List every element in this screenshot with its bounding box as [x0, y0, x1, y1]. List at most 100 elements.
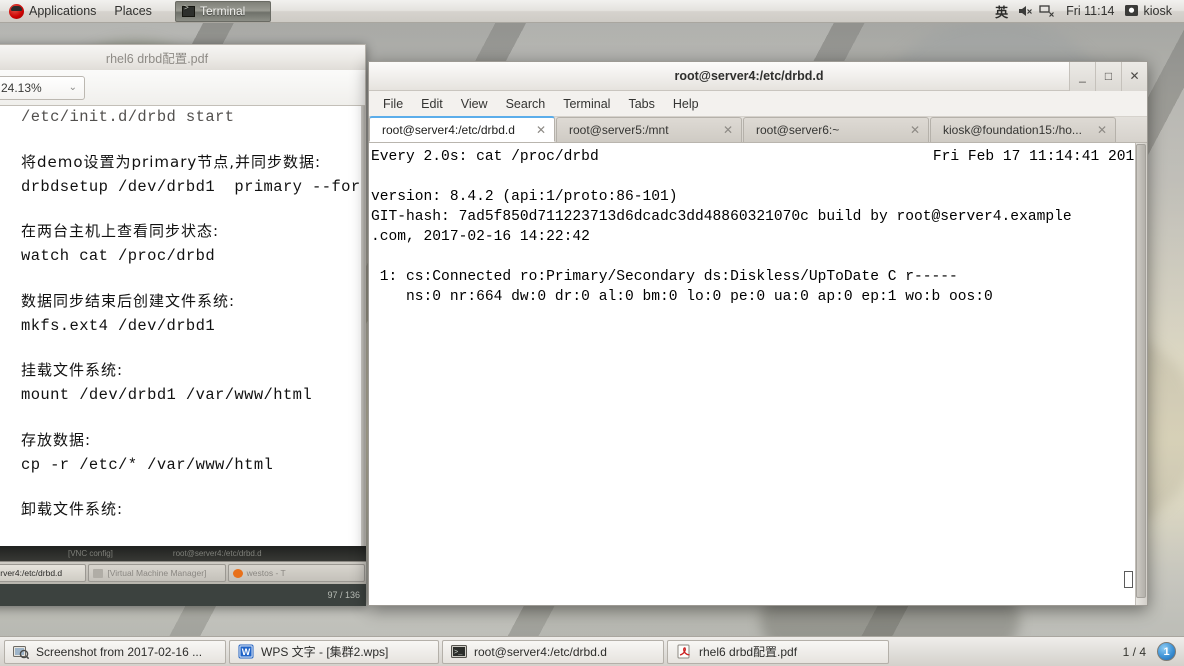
nested-strip-label-0: [VNC config] — [68, 549, 113, 558]
chevron-down-icon: ⌄ — [68, 82, 77, 93]
terminal-watch-command: Every 2.0s: cat /proc/drbd — [371, 149, 599, 165]
nested-taskbar-item-label: root@server4:/etc/drbd.d — [0, 568, 63, 578]
pdf-window-title: rhel6 drbd配置.pdf — [105, 52, 209, 66]
pdf-viewer-window[interactable]: rhel6 drbd配置.pdf 24.13% ⌄ /etc/init.d/dr… — [0, 44, 366, 606]
menu-help[interactable]: Help — [665, 94, 707, 114]
terminal-tab-3[interactable]: kiosk@foundation15:/ho... ✕ — [930, 117, 1116, 142]
menu-view[interactable]: View — [453, 94, 496, 114]
volume-muted-icon[interactable] — [1015, 2, 1035, 20]
pdf-line: mkfs.ext4 /dev/drbd1 — [21, 316, 216, 335]
terminal-watch-header: Every 2.0s: cat /proc/drbd Fri Feb 17 11… — [371, 147, 1147, 167]
applications-menu[interactable]: Applications — [0, 0, 105, 23]
pdf-line: 存放数据: — [21, 430, 92, 449]
bottom-taskbar: Screenshot from 2017-02-16 ... W WPS 文字 … — [0, 636, 1184, 666]
pdf-toolbar: 24.13% ⌄ — [0, 70, 366, 106]
top-panel: Applications Places Terminal 英 — [0, 0, 1184, 23]
terminal-window-title: root@server4:/etc/drbd.d — [674, 69, 824, 83]
taskbar-item-screenshot[interactable]: Screenshot from 2017-02-16 ... — [4, 639, 226, 664]
menu-terminal[interactable]: Terminal — [555, 94, 618, 114]
terminal-tab-label: kiosk@foundation15:/ho... — [943, 123, 1082, 137]
pdf-line: cp -r /etc/* /var/www/html — [21, 455, 274, 474]
menu-search[interactable]: Search — [498, 94, 554, 114]
close-icon[interactable]: ✕ — [1097, 123, 1107, 137]
nested-taskbar: root@server4:/etc/drbd.d [Virtual Machine… — [0, 561, 366, 584]
nested-taskbar-item: root@server4:/etc/drbd.d — [0, 564, 87, 582]
taskbar-item-terminal-label: root@server4:/etc/drbd.d — [474, 644, 607, 659]
terminal-tab-label: root@server4:/etc/drbd.d — [382, 122, 515, 137]
pdf-line: 数据同步结束后创建文件系统: — [21, 291, 236, 310]
workspace-switcher[interactable]: 1 — [1157, 642, 1176, 661]
terminal-content[interactable]: Every 2.0s: cat /proc/drbd Fri Feb 17 11… — [369, 143, 1147, 605]
zoom-level-value: 24.13% — [1, 80, 42, 95]
input-method-indicator[interactable]: 英 — [990, 2, 1013, 21]
clock[interactable]: Fri 11:14 — [1059, 4, 1121, 18]
pdf-line: 将demo设置为primary节点,并同步数据: — [21, 152, 322, 171]
pdf-page-content[interactable]: /etc/init.d/drbd start 将demo设置为primary节点,… — [0, 106, 366, 604]
user-menu[interactable]: kiosk — [1142, 0, 1178, 23]
window-list-terminal[interactable]: Terminal — [174, 0, 271, 22]
places-menu-label: Places — [114, 4, 152, 18]
terminal-output-line: ns:0 nr:664 dw:0 dr:0 al:0 bm:0 lo:0 pe:… — [371, 289, 993, 305]
pdf-text-block: /etc/init.d/drbd start 将demo设置为primary节点,… — [21, 108, 366, 518]
vmm-icon — [93, 568, 104, 578]
pdf-line: mount /dev/drbd1 /var/www/html — [21, 386, 313, 404]
screenshot-icon — [13, 644, 30, 660]
user-menu-label: kiosk — [1143, 4, 1172, 18]
network-disconnected-icon[interactable] — [1037, 2, 1057, 20]
window-list-terminal-label: Terminal — [199, 4, 246, 18]
terminal-scrollbar[interactable] — [1135, 143, 1147, 605]
taskbar-item-terminal[interactable]: >_ root@server4:/etc/drbd.d — [442, 639, 664, 664]
redhat-logo-icon — [9, 3, 24, 19]
user-icon — [1124, 4, 1140, 18]
page-indicator: 1 / 4 — [1122, 644, 1146, 659]
pdf-line: drbdsetup /dev/drbd1 primary --force — [21, 177, 366, 196]
pdf-line: 在两台主机上查看同步状态: — [21, 222, 220, 240]
terminal-scrollbar-thumb[interactable] — [1136, 144, 1146, 598]
menu-tabs[interactable]: Tabs — [620, 94, 662, 114]
terminal-window[interactable]: root@server4:/etc/drbd.d _ □ ✕ File Edit V… — [368, 61, 1148, 606]
terminal-tab-0[interactable]: root@server4:/etc/drbd.d ✕ — [369, 116, 555, 142]
terminal-icon — [181, 4, 195, 17]
nested-taskbar-item-label: westos - T — [246, 568, 286, 578]
terminal-tab-1[interactable]: root@server5:/mnt ✕ — [556, 117, 742, 142]
taskbar-item-pdf-label: rhel6 drbd配置.pdf — [699, 645, 798, 659]
nested-taskbar-item: [Virtual Machine Manager] — [88, 564, 226, 582]
terminal-icon: >_ — [451, 644, 467, 659]
menu-file[interactable]: File — [375, 94, 411, 114]
firefox-icon — [232, 568, 243, 578]
pdf-line: watch cat /proc/drbd — [21, 247, 216, 265]
desktop-root: Applications Places Terminal 英 — [0, 0, 1184, 666]
evince-icon — [676, 644, 692, 659]
nested-strip-label-1: root@server4:/etc/drbd.d — [172, 549, 262, 558]
terminal-cursor — [1124, 571, 1133, 588]
close-button[interactable]: ✕ — [1121, 61, 1147, 91]
terminal-titlebar[interactable]: root@server4:/etc/drbd.d _ □ ✕ — [369, 61, 1147, 91]
pdf-line: 卸载文件系统: — [21, 500, 124, 518]
places-menu[interactable]: Places — [105, 0, 161, 23]
terminal-menubar: File Edit View Search Terminal Tabs Help — [369, 91, 1147, 117]
taskbar-item-wps[interactable]: W WPS 文字 - [集群2.wps] — [229, 639, 439, 664]
wps-writer-icon: W — [238, 644, 254, 659]
minimize-button[interactable]: _ — [1069, 61, 1095, 91]
terminal-tab-label: root@server6:~ — [756, 123, 840, 137]
maximize-button[interactable]: □ — [1095, 61, 1121, 91]
terminal-tabbar: root@server4:/etc/drbd.d ✕ root@server5:/m… — [369, 116, 1147, 143]
close-icon[interactable]: ✕ — [910, 123, 920, 137]
pdf-vertical-scrollbar[interactable] — [361, 106, 365, 604]
close-icon[interactable]: ✕ — [536, 123, 546, 137]
close-icon[interactable]: ✕ — [723, 123, 733, 137]
svg-text:W: W — [242, 647, 251, 657]
pdf-window-titlebar: rhel6 drbd配置.pdf — [0, 44, 366, 70]
pdf-line: /etc/init.d/drbd start — [21, 108, 235, 126]
terminal-tab-2[interactable]: root@server6:~ ✕ — [743, 117, 929, 142]
taskbar-item-pdf[interactable]: rhel6 drbd配置.pdf — [667, 639, 889, 664]
terminal-watch-timestamp: Fri Feb 17 11:14:41 2017 — [932, 149, 1143, 165]
zoom-level-select[interactable]: 24.13% ⌄ — [0, 75, 85, 100]
applications-menu-label: Applications — [29, 4, 97, 18]
terminal-tab-label: root@server5:/mnt — [569, 123, 669, 137]
menu-edit[interactable]: Edit — [413, 94, 451, 114]
nested-taskbar-item: westos - T — [227, 564, 365, 582]
nested-taskbar-item-label: [Virtual Machine Manager] — [107, 568, 207, 578]
